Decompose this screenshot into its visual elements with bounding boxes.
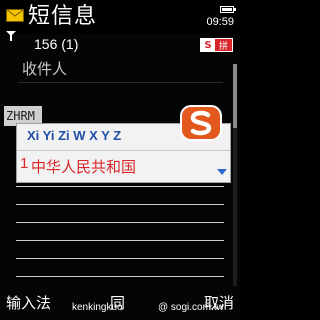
title-bar: 短信息 09:59 xyxy=(0,0,240,34)
phone-screen: 短信息 09:59 156 (1) S 拼 收件人 ZHRM Xi Yi Zi … xyxy=(0,0,240,320)
message-line xyxy=(16,204,224,205)
input-mode-label: 拼 xyxy=(218,41,228,52)
recipient-field[interactable]: 收件人 xyxy=(22,58,67,79)
candidate-index: 1 xyxy=(20,155,29,172)
signal-icon xyxy=(6,31,16,41)
watermark-author: kenkingkuo xyxy=(72,302,123,313)
divider xyxy=(18,82,223,83)
input-method-softkey[interactable]: 输入法 xyxy=(6,292,51,313)
sogou-logo-icon xyxy=(180,105,222,141)
candidate-word[interactable]: 中华人民共和国 xyxy=(31,156,136,177)
scrollbar[interactable] xyxy=(233,64,237,286)
envelope-icon xyxy=(6,9,24,22)
message-line xyxy=(16,186,224,187)
scroll-thumb[interactable] xyxy=(233,64,237,128)
message-line xyxy=(16,276,224,277)
message-counter: 156 (1) xyxy=(34,36,79,52)
watermark-site: @ sogi.com.tw xyxy=(158,302,224,313)
input-mode-badge[interactable]: S 拼 xyxy=(200,38,233,52)
chevron-down-icon[interactable] xyxy=(217,169,227,175)
message-line xyxy=(16,240,224,241)
candidate-row[interactable]: 1 中华人民共和国 xyxy=(17,150,230,180)
message-line xyxy=(16,258,224,259)
pinyin-candidates[interactable]: Xi Yi Zi W X Y Z xyxy=(27,128,121,143)
clock: 09:59 xyxy=(206,16,234,28)
battery-icon xyxy=(220,6,236,13)
app-title: 短信息 xyxy=(28,4,98,29)
sogou-s-icon: S xyxy=(201,39,215,51)
message-line xyxy=(16,222,224,223)
